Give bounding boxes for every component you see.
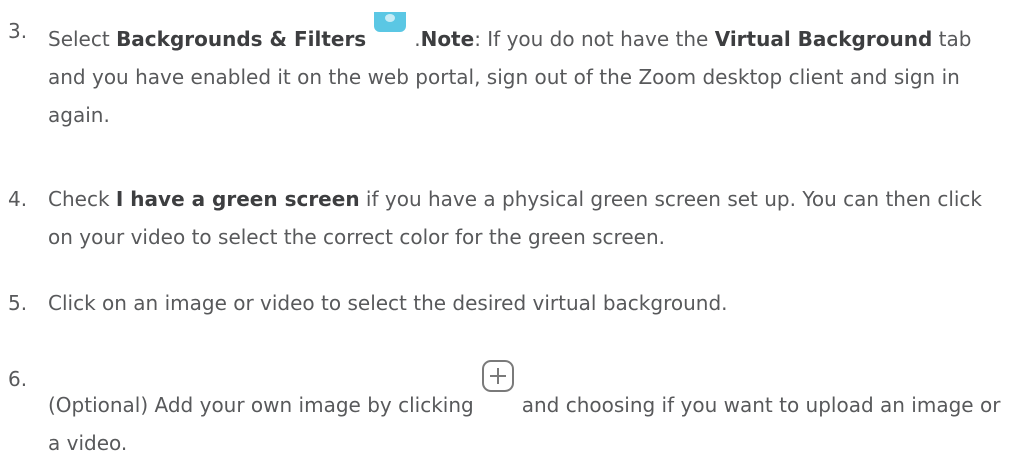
step-text-segment: Select	[48, 27, 117, 51]
note-label: Note	[420, 27, 475, 51]
step-text: Check I have a green screen if you have …	[48, 180, 1010, 256]
step-text-segment: Click on an image or video to select the…	[48, 291, 728, 315]
step-text-segment: Check	[48, 187, 116, 211]
green-screen-label: I have a green screen	[115, 187, 360, 211]
backgrounds-filters-label: Backgrounds & Filters	[116, 27, 367, 51]
add-plus-icon	[481, 360, 514, 392]
step-text: (Optional) Add your own image by clickin…	[48, 360, 1010, 462]
step-text: Select Backgrounds & Filters .Note: If yo…	[48, 12, 1010, 134]
step-number: 3.	[8, 19, 28, 43]
step-text: Click on an image or video to select the…	[48, 284, 1010, 322]
backgrounds-filters-icon	[374, 12, 407, 32]
step-number: 5.	[8, 291, 28, 315]
virtual-background-label: Virtual Background	[714, 27, 933, 51]
step-text-segment: : If you do not have the	[474, 27, 715, 51]
step-text-segment: (Optional) Add your own image by clickin…	[48, 393, 474, 417]
step-number: 6.	[8, 367, 28, 391]
step-number: 4.	[8, 187, 28, 211]
